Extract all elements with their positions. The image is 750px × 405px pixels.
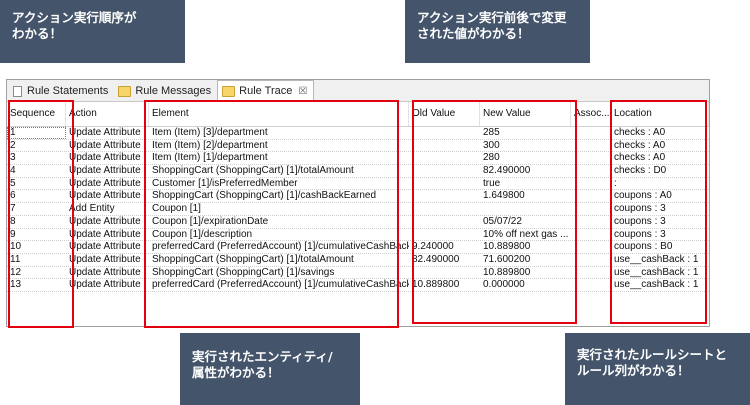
cell-association	[571, 229, 611, 241]
cell-association	[571, 241, 611, 253]
highlight-location-column	[610, 100, 707, 324]
callout-entity: 実行されたエンティティ/ 属性がわかる！	[180, 333, 360, 405]
cell-action: Update Attribute	[69, 165, 141, 177]
cell-action: Update Attribute	[69, 266, 141, 278]
cell-action: Update Attribute	[69, 241, 141, 253]
highlight-sequence-column	[8, 100, 74, 328]
cell-action: Update Attribute	[69, 139, 141, 151]
cell-association	[571, 279, 611, 291]
cell-association	[571, 190, 611, 202]
callout-line: された値がわかる！	[417, 26, 530, 41]
folder-icon	[222, 85, 236, 97]
cell-action: Update Attribute	[69, 152, 141, 164]
cell-association	[571, 203, 611, 215]
cell-action: Add Entity	[69, 203, 115, 215]
tab-label: Rule Messages	[135, 85, 212, 97]
column-header-action[interactable]: Action	[66, 102, 149, 126]
cell-action: Update Attribute	[69, 228, 141, 240]
cell-association	[571, 254, 611, 266]
callout-location: 実行されたルールシートと ルール列がわかる！	[565, 333, 750, 405]
document-icon	[13, 85, 22, 97]
cell-association	[571, 178, 611, 190]
callout-line: アクション実行順序が	[12, 10, 137, 25]
callout-line: アクション実行前後で変更	[417, 10, 567, 25]
cell-action: Update Attribute	[69, 253, 141, 265]
highlight-element-column	[144, 100, 399, 328]
cell-association	[571, 140, 611, 152]
cell-action: Update Attribute	[69, 177, 141, 189]
callout-line: わかる！	[12, 26, 63, 41]
callout-line: 実行されたルールシートと	[577, 347, 728, 362]
tab-rule-trace[interactable]: Rule Trace ☒	[217, 80, 315, 101]
callout-values: アクション実行前後で変更 された値がわかる！	[405, 0, 590, 63]
column-header-association[interactable]: Assoc...	[571, 102, 611, 126]
cell-association	[571, 152, 611, 164]
callout-sequence: アクション実行順序が わかる！	[0, 0, 185, 63]
folder-icon	[118, 85, 132, 97]
cell-action: Update Attribute	[69, 279, 141, 291]
tab-label: Rule Trace	[239, 85, 293, 97]
cell-association	[571, 267, 611, 279]
cell-association	[571, 165, 611, 177]
callout-line: ルール列がわかる！	[577, 363, 690, 378]
cell-action: Update Attribute	[69, 190, 141, 202]
tab-rule-statements[interactable]: Rule Statements	[7, 81, 114, 101]
callout-line: 実行されたエンティティ/	[192, 349, 333, 364]
callout-line: 属性がわかる！	[192, 365, 280, 380]
close-icon[interactable]: ☒	[298, 86, 307, 97]
cell-action: Update Attribute	[69, 215, 141, 227]
tab-bar: Rule Statements Rule Messages Rule Trace…	[7, 80, 709, 102]
cell-association	[571, 216, 611, 228]
cell-action: Update Attribute	[69, 127, 141, 138]
highlight-value-columns	[412, 100, 577, 324]
tab-label: Rule Statements	[27, 85, 109, 97]
tab-rule-messages[interactable]: Rule Messages	[114, 81, 217, 101]
cell-association	[571, 127, 611, 139]
